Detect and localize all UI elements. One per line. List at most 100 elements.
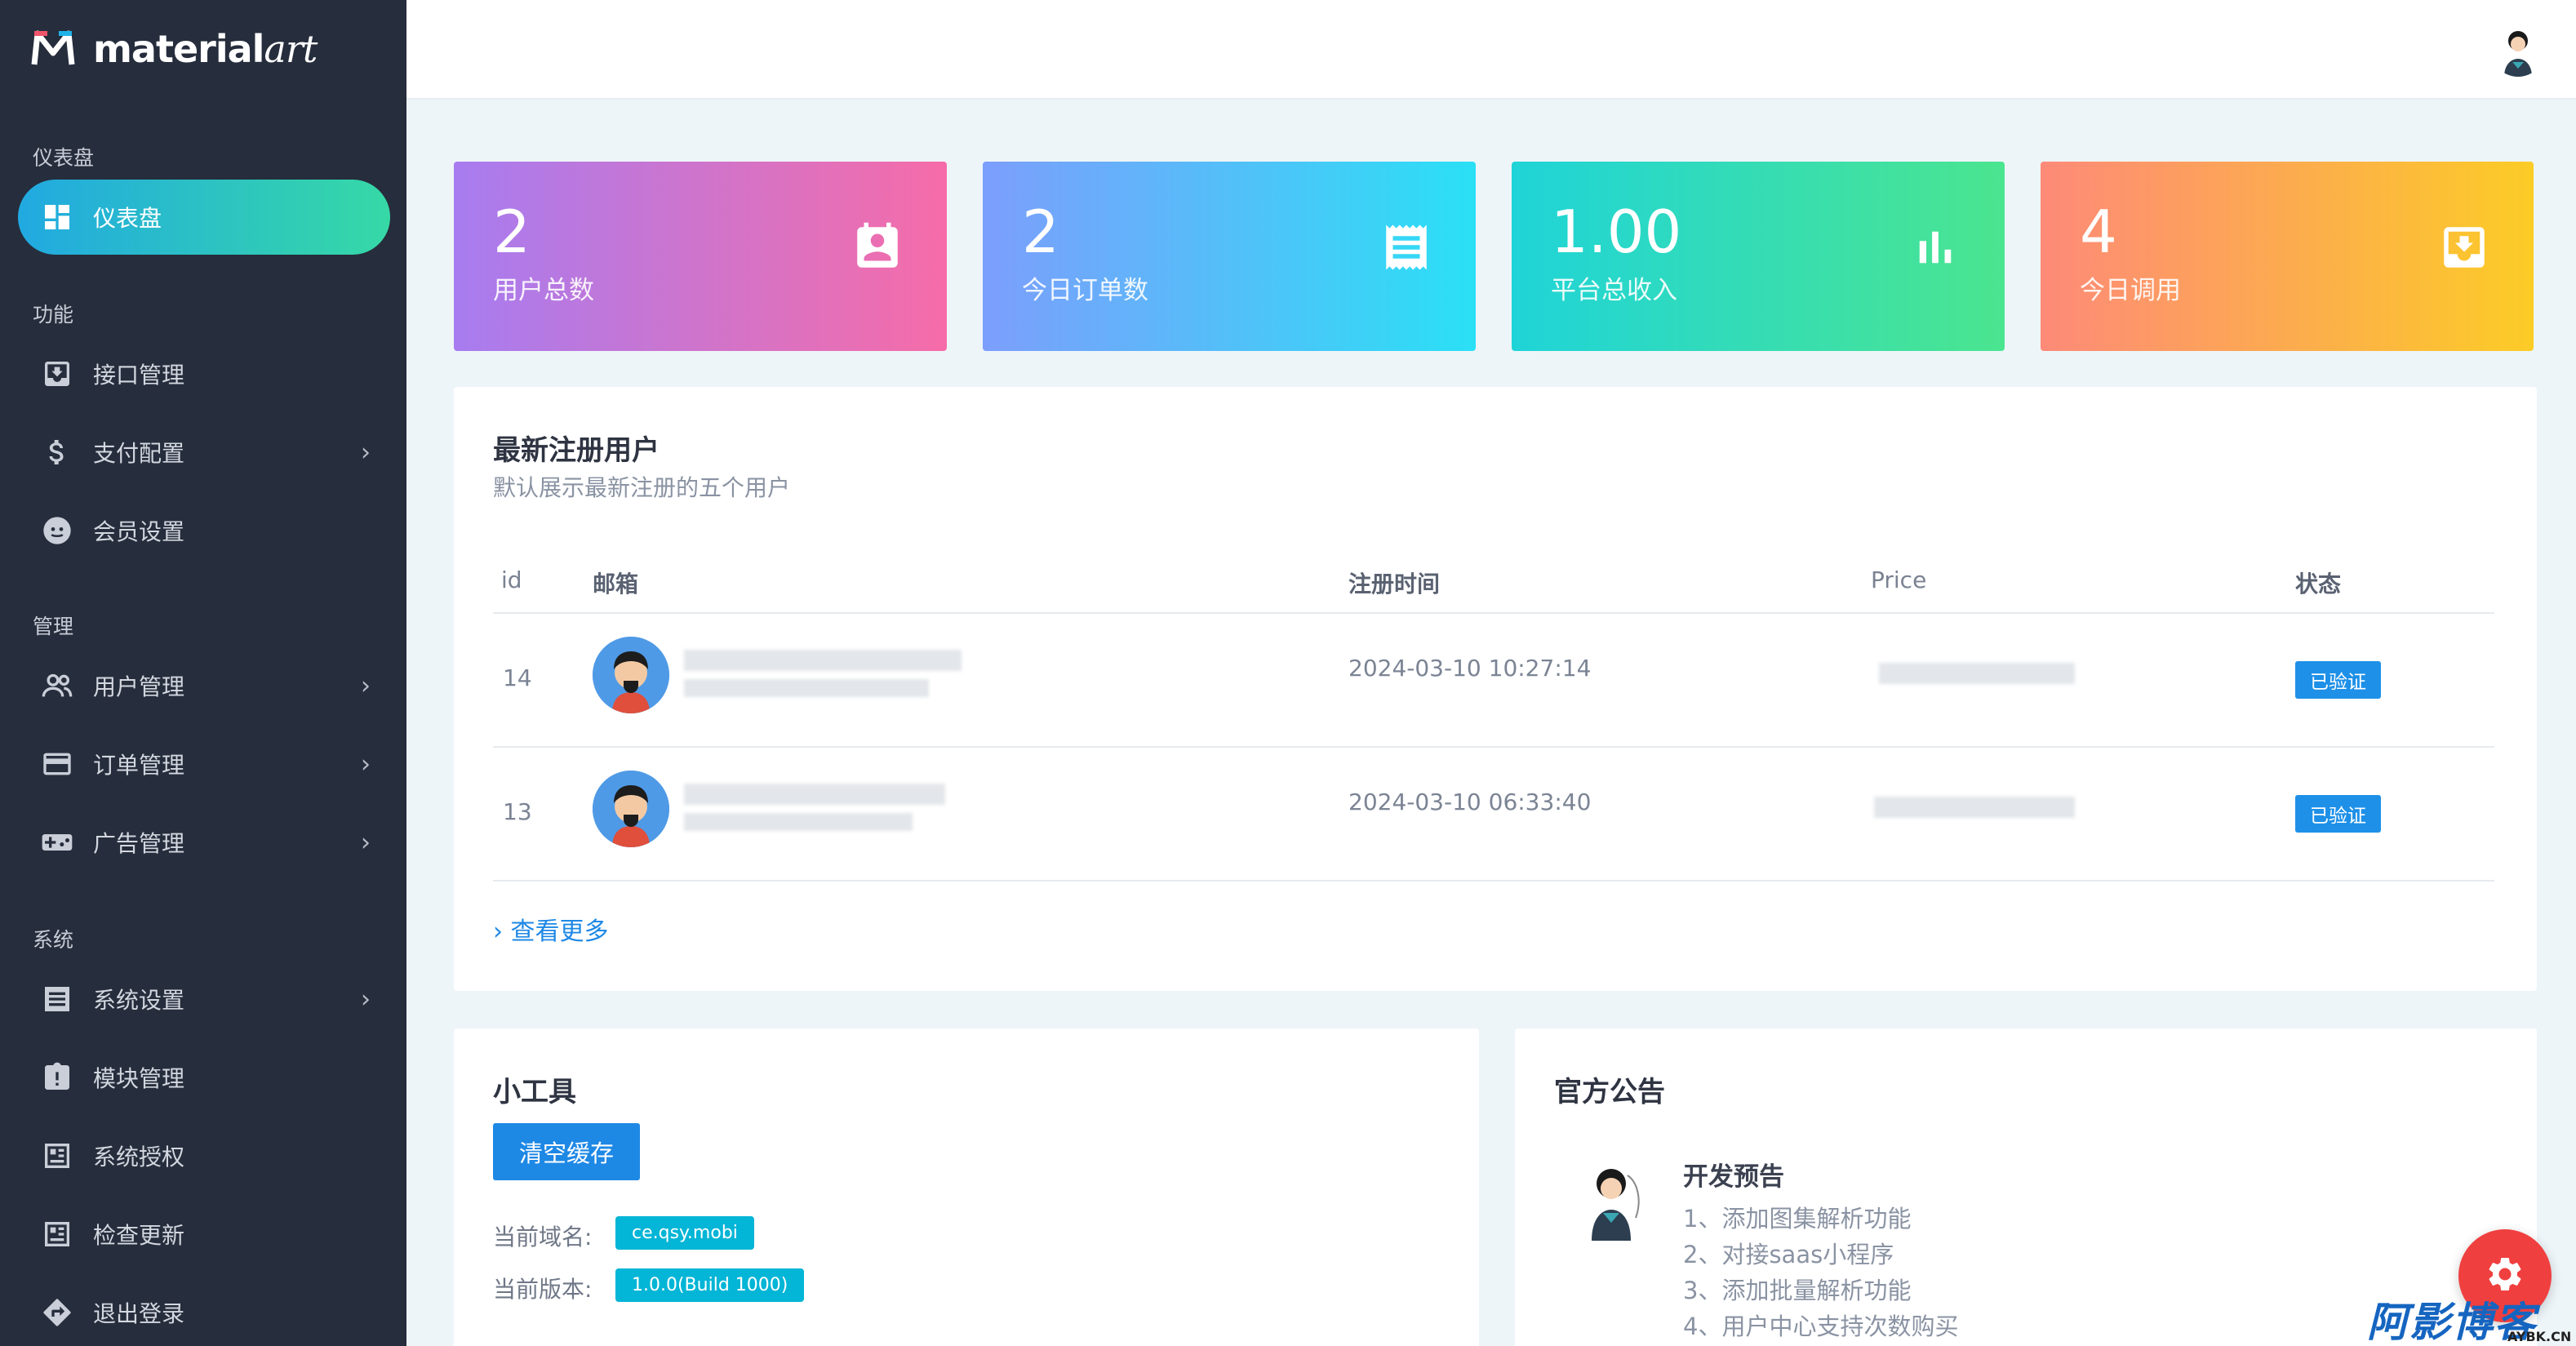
sidebar-item-label: 系统设置: [93, 987, 185, 1014]
panel-title: 最新注册用户: [493, 434, 660, 467]
sidebar-item-dashboard[interactable]: 仪表盘: [18, 180, 390, 255]
stat-value: 2: [1022, 198, 1059, 266]
sidebar-item-payment[interactable]: 支付配置 ›: [18, 415, 390, 490]
stat-card-users[interactable]: 2 用户总数: [454, 162, 947, 351]
status-badge: 已验证: [2295, 795, 2381, 833]
nav-section-dashboard: 仪表盘: [33, 146, 95, 170]
notice-line: 1、添加图集解析功能: [1683, 1205, 1912, 1233]
row-registered-time: 2024-03-10 06:33:40: [1348, 788, 1592, 815]
sidebar-item-logout[interactable]: 退出登录: [18, 1275, 390, 1346]
sidebar-item-label: 退出登录: [93, 1300, 185, 1327]
sidebar-item-label: 系统授权: [93, 1144, 185, 1171]
inbox-download-icon: [2437, 220, 2491, 274]
clear-cache-button[interactable]: 清空缓存: [493, 1123, 640, 1180]
domain-label: 当前域名:: [493, 1224, 593, 1250]
chevron-right-icon: ›: [361, 749, 371, 779]
stat-label: 用户总数: [493, 276, 594, 305]
topbar: [406, 0, 2576, 100]
user-avatar[interactable]: [2491, 23, 2545, 77]
credit-card-icon: [39, 746, 75, 782]
bar-chart-icon: [1908, 220, 1962, 274]
divider: [493, 746, 2494, 748]
panel-title: 官方公告: [1554, 1076, 1665, 1108]
stat-label: 今日调用: [2080, 276, 2181, 305]
avatar: [593, 771, 669, 847]
redacted-price: [1879, 663, 2075, 684]
stat-card-calls[interactable]: 4 今日调用: [2041, 162, 2534, 351]
row-id: 13: [503, 798, 532, 825]
sidebar-item-label: 会员设置: [93, 518, 185, 545]
divider: [493, 612, 2494, 614]
notice-line: 4、用户中心支持次数购买: [1683, 1313, 1959, 1340]
redacted-email: [684, 679, 929, 697]
sidebar-item-label: 检查更新: [93, 1222, 185, 1249]
sidebar-item-api[interactable]: 接口管理: [18, 336, 390, 411]
view-more-link[interactable]: › 查看更多: [493, 911, 609, 947]
stat-value: 2: [493, 198, 531, 266]
column-header-registered: 注册时间: [1348, 571, 1441, 597]
stat-card-orders[interactable]: 2 今日订单数: [983, 162, 1476, 351]
clipboard-alert-icon: [39, 1059, 75, 1095]
stat-value: 4: [2080, 198, 2117, 266]
sidebar-item-system-settings[interactable]: 系统设置 ›: [18, 962, 390, 1037]
sidebar-item-label: 支付配置: [93, 440, 185, 467]
exit-icon: [39, 1295, 75, 1330]
sidebar-item-label: 用户管理: [93, 673, 185, 700]
inbox-icon: [39, 356, 75, 392]
sidebar-item-label: 模块管理: [93, 1065, 185, 1092]
divider: [493, 880, 2494, 882]
sidebar-item-modules[interactable]: 模块管理: [18, 1040, 390, 1115]
version-label: 当前版本:: [493, 1276, 593, 1303]
chevron-right-icon: ›: [361, 984, 371, 1014]
version-badge: 1.0.0(Build 1000): [615, 1268, 805, 1302]
nav-section-features: 功能: [33, 303, 74, 327]
sidebar-item-membership[interactable]: 会员设置: [18, 493, 390, 568]
gamepad-icon: [39, 824, 75, 860]
notice-avatar: [1574, 1159, 1655, 1241]
redacted-email: [684, 784, 945, 805]
users-icon: [39, 668, 75, 704]
watermark-sub: AYBK.CN: [2507, 1329, 2572, 1344]
nav-section-management: 管理: [33, 615, 74, 638]
redacted-email: [684, 650, 962, 671]
sidebar-item-label: 订单管理: [93, 752, 185, 779]
chevron-right-icon: ›: [361, 828, 371, 857]
sidebar-item-users[interactable]: 用户管理 ›: [18, 648, 390, 723]
notice-line: 3、添加批量解析功能: [1683, 1277, 1912, 1304]
latest-users-panel: 最新注册用户 默认展示最新注册的五个用户 id 邮箱 注册时间 Price 状态…: [454, 387, 2537, 991]
sidebar-item-label: 接口管理: [93, 362, 185, 389]
receipt-icon: [1379, 220, 1433, 274]
sidebar-item-check-update[interactable]: 检查更新: [18, 1197, 390, 1272]
stat-label: 平台总收入: [1551, 276, 1677, 305]
newspaper-icon: [39, 1216, 75, 1252]
face-icon: [39, 513, 75, 549]
column-header-email: 邮箱: [593, 571, 639, 597]
chevron-right-icon: ›: [361, 438, 371, 467]
redacted-email: [684, 813, 913, 831]
list-icon: [39, 981, 75, 1017]
column-header-status: 状态: [2295, 571, 2342, 597]
sidebar-item-label: 广告管理: [93, 830, 185, 857]
tools-panel: 小工具 清空缓存 当前域名: ce.qsy.mobi 当前版本: 1.0.0(B…: [454, 1028, 1479, 1346]
panel-title: 小工具: [493, 1076, 576, 1108]
sidebar-item-license[interactable]: 系统授权: [18, 1118, 390, 1193]
column-header-price: Price: [1871, 566, 1927, 593]
notice-line: 2、对接saas小程序: [1683, 1241, 1894, 1268]
dollar-icon: [39, 434, 75, 470]
account-box-icon: [851, 220, 904, 274]
nav-section-system: 系统: [33, 928, 74, 952]
sidebar-item-orders[interactable]: 订单管理 ›: [18, 726, 390, 802]
avatar: [593, 637, 669, 713]
row-registered-time: 2024-03-10 10:27:14: [1348, 655, 1592, 682]
stat-card-revenue[interactable]: 1.00 平台总收入: [1512, 162, 2005, 351]
notice-title: 开发预告: [1683, 1162, 1784, 1192]
chevron-right-icon: ›: [493, 917, 511, 946]
row-id: 14: [503, 664, 532, 691]
sidebar: materialart 仪表盘 仪表盘 功能 接口管理 支付配置 › 会员设置 …: [0, 0, 406, 1346]
status-badge: 已验证: [2295, 661, 2381, 699]
stat-label: 今日订单数: [1022, 276, 1148, 305]
sidebar-item-ads[interactable]: 广告管理 ›: [18, 805, 390, 880]
sidebar-item-label: 仪表盘: [93, 205, 162, 232]
stat-value: 1.00: [1551, 198, 1682, 266]
brand-logo[interactable]: materialart: [29, 24, 318, 73]
